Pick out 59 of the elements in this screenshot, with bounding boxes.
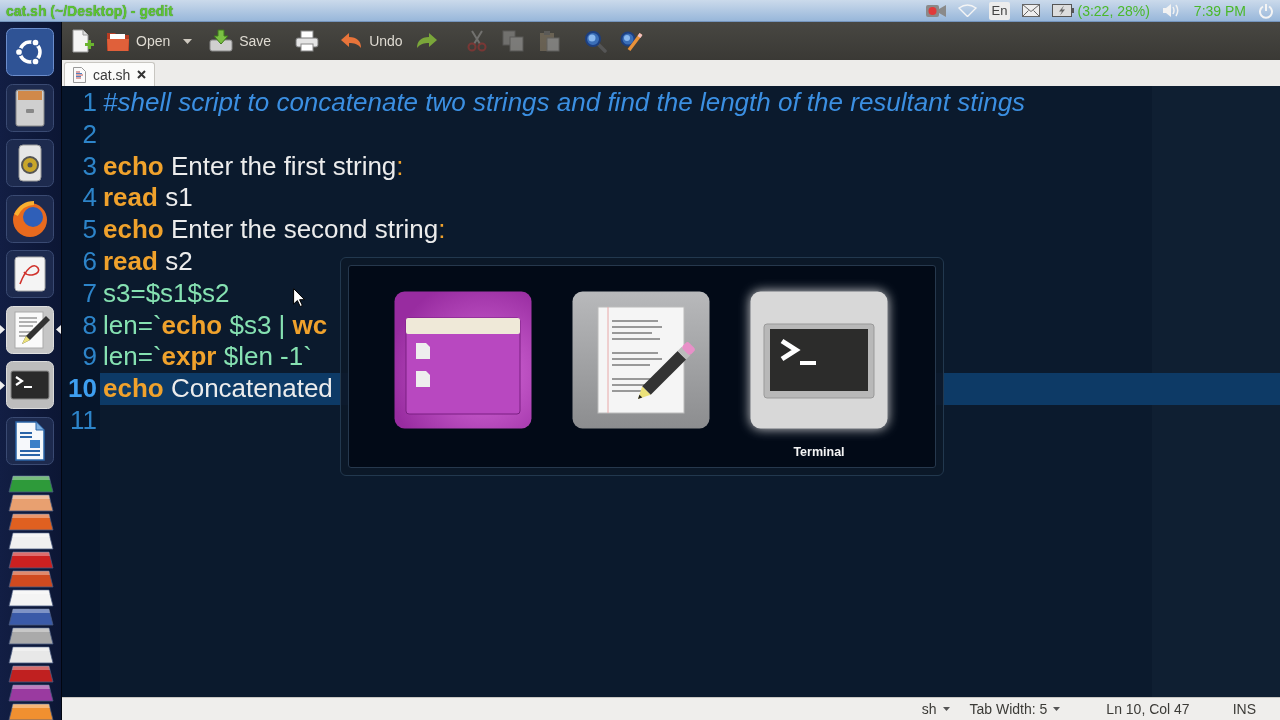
terminal-icon[interactable] (750, 291, 888, 429)
mouse-pointer-icon (293, 288, 305, 307)
code-line: s3=$s1$s2 (103, 277, 230, 308)
battery-status: (3:22, 28%) (1077, 2, 1150, 19)
line-number: 11 (69, 404, 98, 437)
printer-icon[interactable] (295, 29, 320, 53)
window-icon[interactable] (394, 291, 532, 429)
code-line: read s2 (103, 246, 193, 276)
line-number: 10 (67, 373, 98, 405)
line-number: 6 (81, 246, 98, 278)
code-line: echo Enter the second string: (103, 214, 446, 245)
save-button[interactable]: Save (207, 26, 274, 56)
battery-icon[interactable] (1052, 4, 1075, 17)
language-dropdown[interactable]: sh (921, 701, 950, 717)
keyboard-layout-indicator[interactable]: En (988, 1, 1011, 20)
line-number: 8 (81, 309, 98, 342)
code-line: echo Enter the first string: (103, 150, 404, 181)
line-number: 3 (81, 150, 98, 183)
terminal-icon[interactable] (6, 361, 54, 409)
insert-mode: INS (1232, 701, 1256, 717)
document-tab[interactable]: cat.sh (64, 62, 156, 86)
line-number: 5 (81, 214, 98, 246)
code-line: len=`echo $s3 | wc (103, 309, 328, 340)
tab-width-dropdown[interactable]: Tab Width: 5 (969, 701, 1061, 717)
open-button[interactable]: Open (104, 26, 173, 56)
document-icon[interactable] (6, 250, 54, 298)
window-title: cat.sh (~/Desktop) - gedit (6, 2, 173, 19)
code-line: read s1 (103, 182, 193, 213)
line-number: 2 (81, 118, 98, 151)
speaker-icon[interactable] (6, 139, 54, 187)
caret-icon[interactable] (183, 38, 193, 44)
file-cabinet-icon[interactable] (6, 83, 54, 132)
line-number: 1 (81, 87, 98, 119)
mail-icon[interactable] (1022, 4, 1041, 17)
code-line: len=`expr $len -1` (103, 341, 312, 372)
text-document-icon[interactable] (6, 416, 54, 465)
caret-icon (942, 707, 950, 711)
save-icon (209, 29, 234, 53)
stacked-launcher-icons[interactable] (6, 474, 55, 720)
app-name-label: Terminal (793, 445, 845, 459)
video-camera-icon[interactable] (925, 3, 946, 18)
text-file-icon (73, 66, 86, 83)
line-number: 7 (81, 277, 98, 310)
search-icon[interactable] (582, 29, 607, 53)
circle-logo-icon[interactable] (6, 28, 54, 76)
close-icon[interactable] (137, 70, 147, 79)
line-number: 9 (81, 341, 98, 374)
cursor-position: Ln 10, Col 47 (1106, 701, 1190, 717)
new-document-icon[interactable] (70, 29, 94, 53)
clock: 7:39 PM (1193, 2, 1246, 19)
caret-icon (1053, 707, 1061, 711)
line-number: 4 (81, 182, 98, 215)
globe-icon[interactable] (6, 194, 54, 243)
code-line: echo Concatenated (103, 373, 333, 404)
pencil-paper-icon[interactable] (572, 291, 710, 429)
search-pencil-icon[interactable] (618, 29, 643, 53)
code-line: #shell script to concatenate two strings and find the length of the resultant stings (103, 87, 1026, 117)
undo-button[interactable]: Undo (337, 26, 405, 56)
pencil-paper-icon[interactable] (6, 305, 54, 354)
